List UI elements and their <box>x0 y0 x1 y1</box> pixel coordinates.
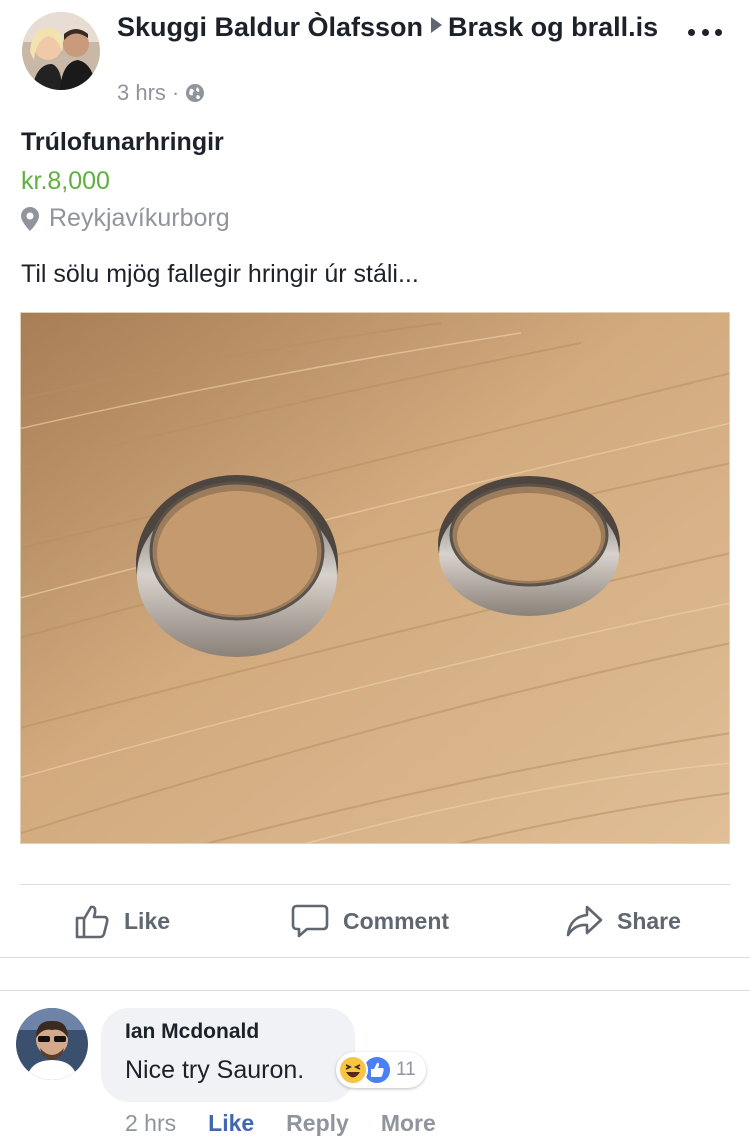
location-text: Reykjavíkurborg <box>49 204 230 232</box>
share-button[interactable]: Share <box>565 903 681 939</box>
comment-more-button[interactable]: More <box>381 1110 436 1137</box>
author-name[interactable]: Skuggi Baldur Òlafsson <box>117 12 423 42</box>
commenter-avatar[interactable] <box>16 1008 88 1080</box>
divider <box>0 957 750 958</box>
share-icon <box>566 905 603 937</box>
post-meta: 3 hrs · <box>117 80 205 106</box>
post-header: Skuggi Baldur Òlafsson Brask og brall.is … <box>0 0 750 120</box>
comment-actions: 2 hrs Like Reply More <box>125 1110 468 1137</box>
menu-dot <box>701 28 709 36</box>
map-pin-icon <box>21 206 39 231</box>
share-label: Share <box>617 907 681 934</box>
reaction-summary[interactable]: 11 <box>336 1052 426 1088</box>
listing-location: Reykjavíkurborg <box>21 204 230 233</box>
post-title-line: Skuggi Baldur Òlafsson Brask og brall.is <box>117 10 677 45</box>
globe-icon <box>185 83 205 103</box>
post-description: Til sölu mjög fallegir hringir úr stáli.… <box>21 260 419 288</box>
comment-like-button[interactable]: Like <box>208 1110 254 1137</box>
comment-icon <box>291 904 329 938</box>
comment-time: 2 hrs <box>125 1110 177 1136</box>
author-avatar[interactable] <box>22 12 100 90</box>
group-name[interactable]: Brask og brall.is <box>448 12 658 42</box>
more-horizontal-icon[interactable] <box>688 22 722 42</box>
comment-text: Nice try Sauron. <box>125 1056 305 1084</box>
post-action-bar: Like Comment Share <box>0 885 750 957</box>
comment-button[interactable]: Comment <box>291 903 449 939</box>
comment-reply-button[interactable]: Reply <box>286 1110 349 1137</box>
commenter-name[interactable]: Ian Mcdonald <box>125 1020 259 1044</box>
reaction-count: 11 <box>396 1059 416 1080</box>
haha-icon <box>338 1055 368 1085</box>
comment-label: Comment <box>343 907 450 934</box>
thumbs-up-icon <box>75 905 109 939</box>
triangle-right-icon <box>431 17 443 33</box>
listing-photo[interactable] <box>20 312 730 844</box>
meta-separator: · <box>171 80 180 105</box>
post-time[interactable]: 3 hrs <box>117 80 166 106</box>
like-label: Like <box>124 907 171 934</box>
menu-dot <box>688 28 695 36</box>
listing-title[interactable]: Trúlofunarhringir <box>21 128 224 157</box>
divider <box>0 990 750 991</box>
listing-price: kr.8,000 <box>21 167 110 195</box>
like-button[interactable]: Like <box>74 903 170 939</box>
menu-dot <box>715 28 722 36</box>
comment-bubble: Ian Mcdonald Nice try Sauron. <box>101 1008 355 1102</box>
